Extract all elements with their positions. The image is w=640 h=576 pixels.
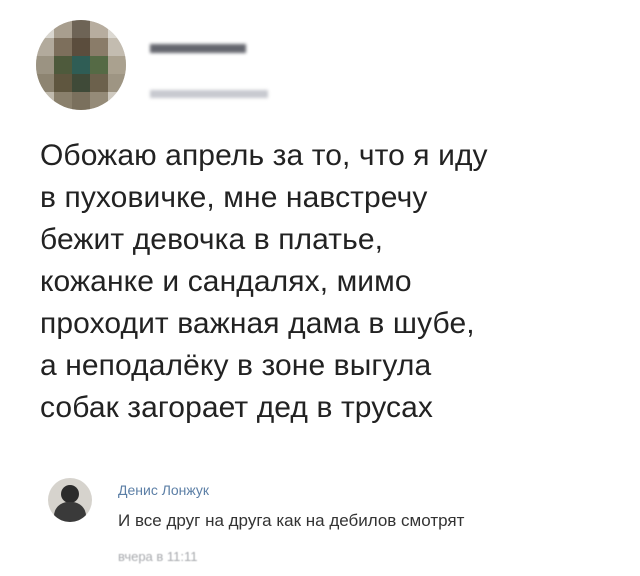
avatar-pixel (108, 20, 126, 38)
avatar-pixel (72, 20, 90, 38)
avatar-pixel (54, 92, 72, 110)
avatar-pixel (54, 74, 72, 92)
post-card: Обожаю апрель за то, что я иду в пухович… (0, 0, 640, 576)
post-text: Обожаю апрель за то, что я иду в пухович… (40, 139, 488, 424)
avatar-pixel (54, 56, 72, 74)
avatar-pixel (108, 74, 126, 92)
avatar-pixel (72, 74, 90, 92)
avatar-pixel (90, 56, 108, 74)
avatar-pixel (72, 92, 90, 110)
author-avatar[interactable] (36, 20, 126, 110)
avatar-pixel (108, 56, 126, 74)
avatar-pixel (36, 20, 54, 38)
comment-timestamp[interactable]: вчера в 11:11 (118, 549, 198, 564)
avatar-pixel (90, 74, 108, 92)
avatar-pixel (72, 56, 90, 74)
commenter-avatar[interactable] (48, 478, 92, 522)
avatar-pixel (36, 92, 54, 110)
avatar-body-shape (54, 502, 86, 522)
avatar-pixel (108, 38, 126, 56)
avatar-pixel (36, 74, 54, 92)
avatar-pixel (108, 92, 126, 110)
avatar-pixel (36, 38, 54, 56)
avatar-pixel (36, 56, 54, 74)
avatar-pixel (90, 92, 108, 110)
comment-author-link[interactable]: Денис Лонжук (118, 482, 209, 498)
comment-text: И все друг на друга как на дебилов смотр… (118, 511, 465, 530)
avatar-pixel (54, 20, 72, 38)
post-date-redacted (150, 90, 268, 98)
author-name-redacted[interactable] (150, 44, 246, 53)
avatar-pixel (72, 38, 90, 56)
avatar-pixel (54, 38, 72, 56)
avatar-head-shape (61, 485, 79, 503)
avatar-pixel (90, 38, 108, 56)
avatar-pixel (90, 20, 108, 38)
